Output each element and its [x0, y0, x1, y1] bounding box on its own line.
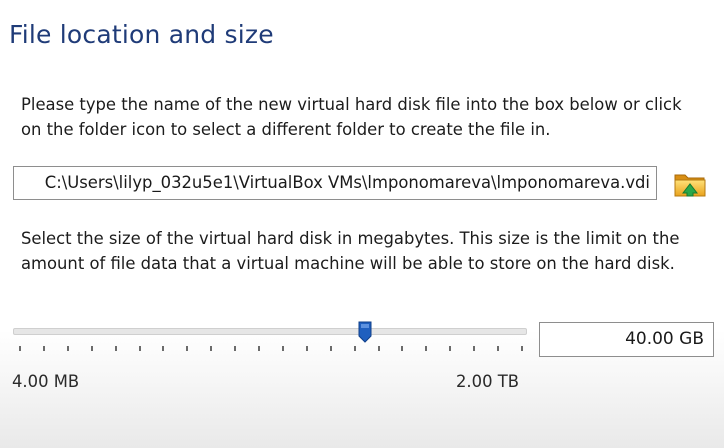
slider-tick: [521, 346, 523, 351]
slider-max-label: 2.00 TB: [456, 372, 519, 391]
file-path-value: C:\Users\lilyp_032u5e1\VirtualBox VMs\lm…: [44, 173, 650, 192]
slider-tick: [42, 346, 45, 351]
slider-tick: [449, 346, 452, 351]
size-instructions: Select the size of the virtual hard disk…: [21, 229, 680, 273]
location-instructions: Please type the name of the new virtual …: [21, 95, 682, 139]
slider-tick: [377, 346, 380, 351]
file-path-input[interactable]: C:\Users\lilyp_032u5e1\VirtualBox VMs\lm…: [13, 166, 657, 200]
slider-tick: [353, 346, 356, 351]
slider-tick: [234, 346, 237, 351]
slider-tick: [401, 346, 404, 351]
slider-tick: [425, 346, 428, 351]
slider-tick: [329, 346, 332, 351]
disk-size-input[interactable]: 40.00 GB: [539, 322, 714, 357]
slider-track: [13, 328, 527, 335]
slider-tick: [19, 346, 21, 351]
slider-tick: [162, 346, 165, 351]
size-slider[interactable]: [13, 318, 527, 362]
slider-tick: [281, 346, 284, 351]
slider-thumb[interactable]: [358, 321, 372, 343]
slider-tick: [258, 346, 261, 351]
slider-tick: [186, 346, 189, 351]
folder-icon: [674, 174, 706, 197]
page-title: File location and size: [9, 20, 274, 49]
slider-tick: [138, 346, 141, 351]
slider-tick: [305, 346, 308, 351]
slider-tick: [114, 346, 117, 351]
slider-tick: [497, 346, 500, 351]
slider-tick: [473, 346, 476, 351]
slider-tick: [210, 346, 213, 351]
slider-tick: [90, 346, 93, 351]
slider-min-label: 4.00 MB: [12, 372, 80, 391]
slider-tick: [66, 346, 69, 351]
choose-folder-button[interactable]: [672, 168, 708, 200]
